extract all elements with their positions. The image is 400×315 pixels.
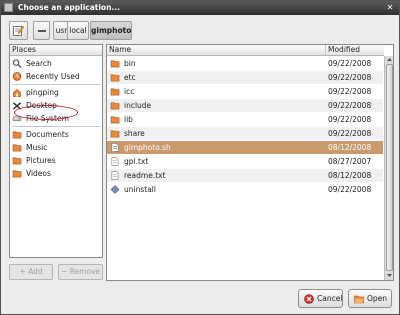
- remove-icon: −: [60, 267, 70, 276]
- file-name: gpl.txt: [124, 157, 149, 166]
- place-documents[interactable]: Documents: [10, 128, 102, 141]
- place-label: pingping: [26, 88, 59, 97]
- file-modified: 08/12/2008: [328, 171, 372, 180]
- file-name: share: [124, 129, 145, 138]
- folder-icon: [12, 131, 22, 139]
- file-name: gimphoto.sh: [124, 143, 171, 152]
- folder-icon: [110, 102, 120, 110]
- folder-icon: [12, 144, 22, 152]
- file-name: etc: [124, 73, 136, 82]
- folder-icon: [110, 130, 120, 138]
- file-row-uninstall[interactable]: uninstall 09/22/2008: [107, 183, 383, 196]
- file-row-icc[interactable]: icc 09/22/2008: [107, 85, 383, 98]
- file-name: lib: [124, 115, 133, 124]
- file-modified: 08/12/2008: [328, 143, 372, 152]
- folder-icon: [110, 60, 120, 68]
- file-modified: 09/22/2008: [328, 115, 372, 124]
- places-separator: [12, 126, 100, 127]
- file-row-gpl-txt[interactable]: gpl.txt 08/27/2007: [107, 155, 383, 168]
- search-icon: [12, 59, 22, 68]
- place-label: Music: [26, 143, 48, 152]
- open-button[interactable]: Open: [348, 289, 392, 308]
- column-header-name[interactable]: Name: [107, 45, 326, 56]
- text-file-icon: [111, 157, 119, 166]
- file-modified: 09/22/2008: [328, 87, 372, 96]
- place-label: Videos: [26, 169, 51, 178]
- file-name: uninstall: [124, 185, 156, 194]
- file-row-etc[interactable]: etc 09/22/2008: [107, 71, 383, 84]
- place-pingping[interactable]: pingping: [10, 86, 102, 99]
- type-location-button[interactable]: [9, 21, 28, 40]
- file-name: icc: [124, 87, 135, 96]
- place-search[interactable]: Search: [10, 57, 102, 70]
- places-separator: [12, 84, 100, 85]
- add-place-button[interactable]: + Add: [9, 264, 53, 280]
- file-name: include: [124, 101, 152, 110]
- window-menu-icon[interactable]: [4, 3, 13, 12]
- place-label: Recently Used: [26, 72, 80, 81]
- recent-icon: [12, 72, 22, 81]
- open-folder-icon: [354, 295, 364, 304]
- cancel-icon: [304, 294, 314, 304]
- place-label: Pictures: [26, 156, 56, 165]
- remove-place-button[interactable]: − Remove: [58, 264, 103, 280]
- file-modified: 09/22/2008: [328, 129, 372, 138]
- crumb-local[interactable]: local: [67, 21, 89, 40]
- cancel-button[interactable]: Cancel: [298, 289, 343, 308]
- folder-icon: [12, 170, 22, 178]
- file-row-lib[interactable]: lib 09/22/2008: [107, 113, 383, 126]
- vertical-scrollbar[interactable]: [384, 56, 393, 280]
- path-scroll-left-button[interactable]: [33, 21, 50, 40]
- file-modified: 09/22/2008: [328, 59, 372, 68]
- file-modified: 09/22/2008: [328, 185, 372, 194]
- text-file-icon: [111, 171, 119, 180]
- file-row-include[interactable]: include 09/22/2008: [107, 99, 383, 112]
- file-row-readme-txt[interactable]: readme.txt 08/12/2008: [107, 169, 383, 182]
- places-header[interactable]: Places: [10, 45, 102, 56]
- edit-location-icon: [13, 25, 24, 36]
- window-title: Choose an application...: [18, 3, 120, 12]
- file-modified: 08/27/2007: [328, 157, 372, 166]
- place-label: Search: [26, 59, 52, 68]
- file-row-bin[interactable]: bin 09/22/2008: [107, 57, 383, 70]
- scrollbar-thumb[interactable]: [386, 64, 393, 271]
- home-folder-icon: [13, 88, 21, 97]
- add-icon: +: [19, 267, 29, 276]
- place-music[interactable]: Music: [10, 141, 102, 154]
- crumb-gimphoto[interactable]: gimphoto: [90, 21, 132, 40]
- scroll-up-icon[interactable]: [386, 56, 393, 63]
- cancel-label: Cancel: [317, 294, 343, 303]
- open-label: Open: [367, 294, 388, 303]
- file-modified: 09/22/2008: [328, 73, 372, 82]
- column-header-modified[interactable]: Modified: [326, 45, 384, 56]
- folder-icon: [110, 74, 120, 82]
- place-label: Documents: [26, 130, 69, 139]
- place-pictures[interactable]: Pictures: [10, 154, 102, 167]
- file-modified: 09/22/2008: [328, 101, 372, 110]
- file-chooser-dialog: Choose an application... ✕ usr local gim…: [0, 0, 400, 315]
- place-recently-used[interactable]: Recently Used: [10, 70, 102, 83]
- root-arrow-icon: [38, 30, 46, 32]
- executable-icon: [110, 185, 120, 194]
- place-videos[interactable]: Videos: [10, 167, 102, 180]
- script-file-icon: [111, 143, 119, 152]
- folder-icon: [110, 88, 120, 96]
- file-row-gimphoto-sh[interactable]: gimphoto.sh 08/12/2008: [107, 141, 383, 154]
- highlight-annotation: [14, 105, 78, 120]
- title-bar[interactable]: Choose an application... ✕: [1, 1, 399, 15]
- file-name: readme.txt: [124, 171, 166, 180]
- file-name: bin: [124, 59, 136, 68]
- file-row-share[interactable]: share 09/22/2008: [107, 127, 383, 140]
- places-panel: Places Search Recently Used pingping Des…: [9, 44, 103, 258]
- close-icon[interactable]: ✕: [384, 2, 396, 13]
- folder-icon: [110, 116, 120, 124]
- file-list: Name Modified bin 09/22/2008 etc 09/22/2…: [106, 44, 394, 281]
- folder-icon: [12, 157, 22, 165]
- scroll-down-icon[interactable]: [386, 272, 393, 279]
